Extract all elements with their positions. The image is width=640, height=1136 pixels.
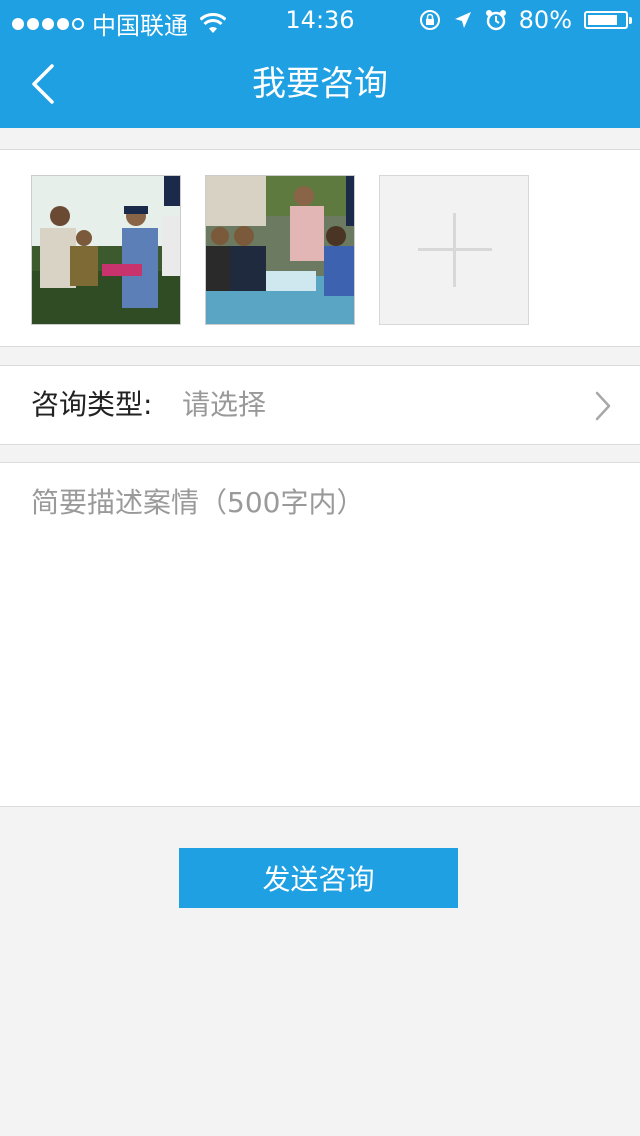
location-arrow-icon [454,12,471,28]
add-photo-button[interactable] [379,175,529,325]
battery-icon [584,11,632,29]
description-input[interactable] [0,463,640,806]
consult-photo-2[interactable] [205,175,355,325]
header: 中国联通 14:36 80% 我要咨询 [0,0,640,128]
submit-consult-button[interactable]: 发送咨询 [179,848,458,908]
page-title: 我要咨询 [252,64,388,104]
photos-panel [0,149,640,347]
plus-icon [453,213,456,287]
battery-percent: 80% [518,6,572,34]
photo-thumbnail-police-field [32,176,180,324]
consult-type-selector[interactable]: 咨询类型: 请选择 [0,365,640,445]
nav-bar: 我要咨询 [0,40,640,128]
status-right: 80% [419,6,632,34]
alarm-clock-icon [485,10,506,31]
consult-photo-1[interactable] [31,175,181,325]
description-panel [0,462,640,807]
consult-type-label: 咨询类型: [31,388,153,421]
consult-type-value: 请选择 [182,388,267,421]
chevron-right-icon [595,391,611,421]
photo-thumbnail-meeting [206,176,354,324]
rotation-lock-icon [419,10,440,30]
status-bar: 中国联通 14:36 80% [0,0,640,40]
